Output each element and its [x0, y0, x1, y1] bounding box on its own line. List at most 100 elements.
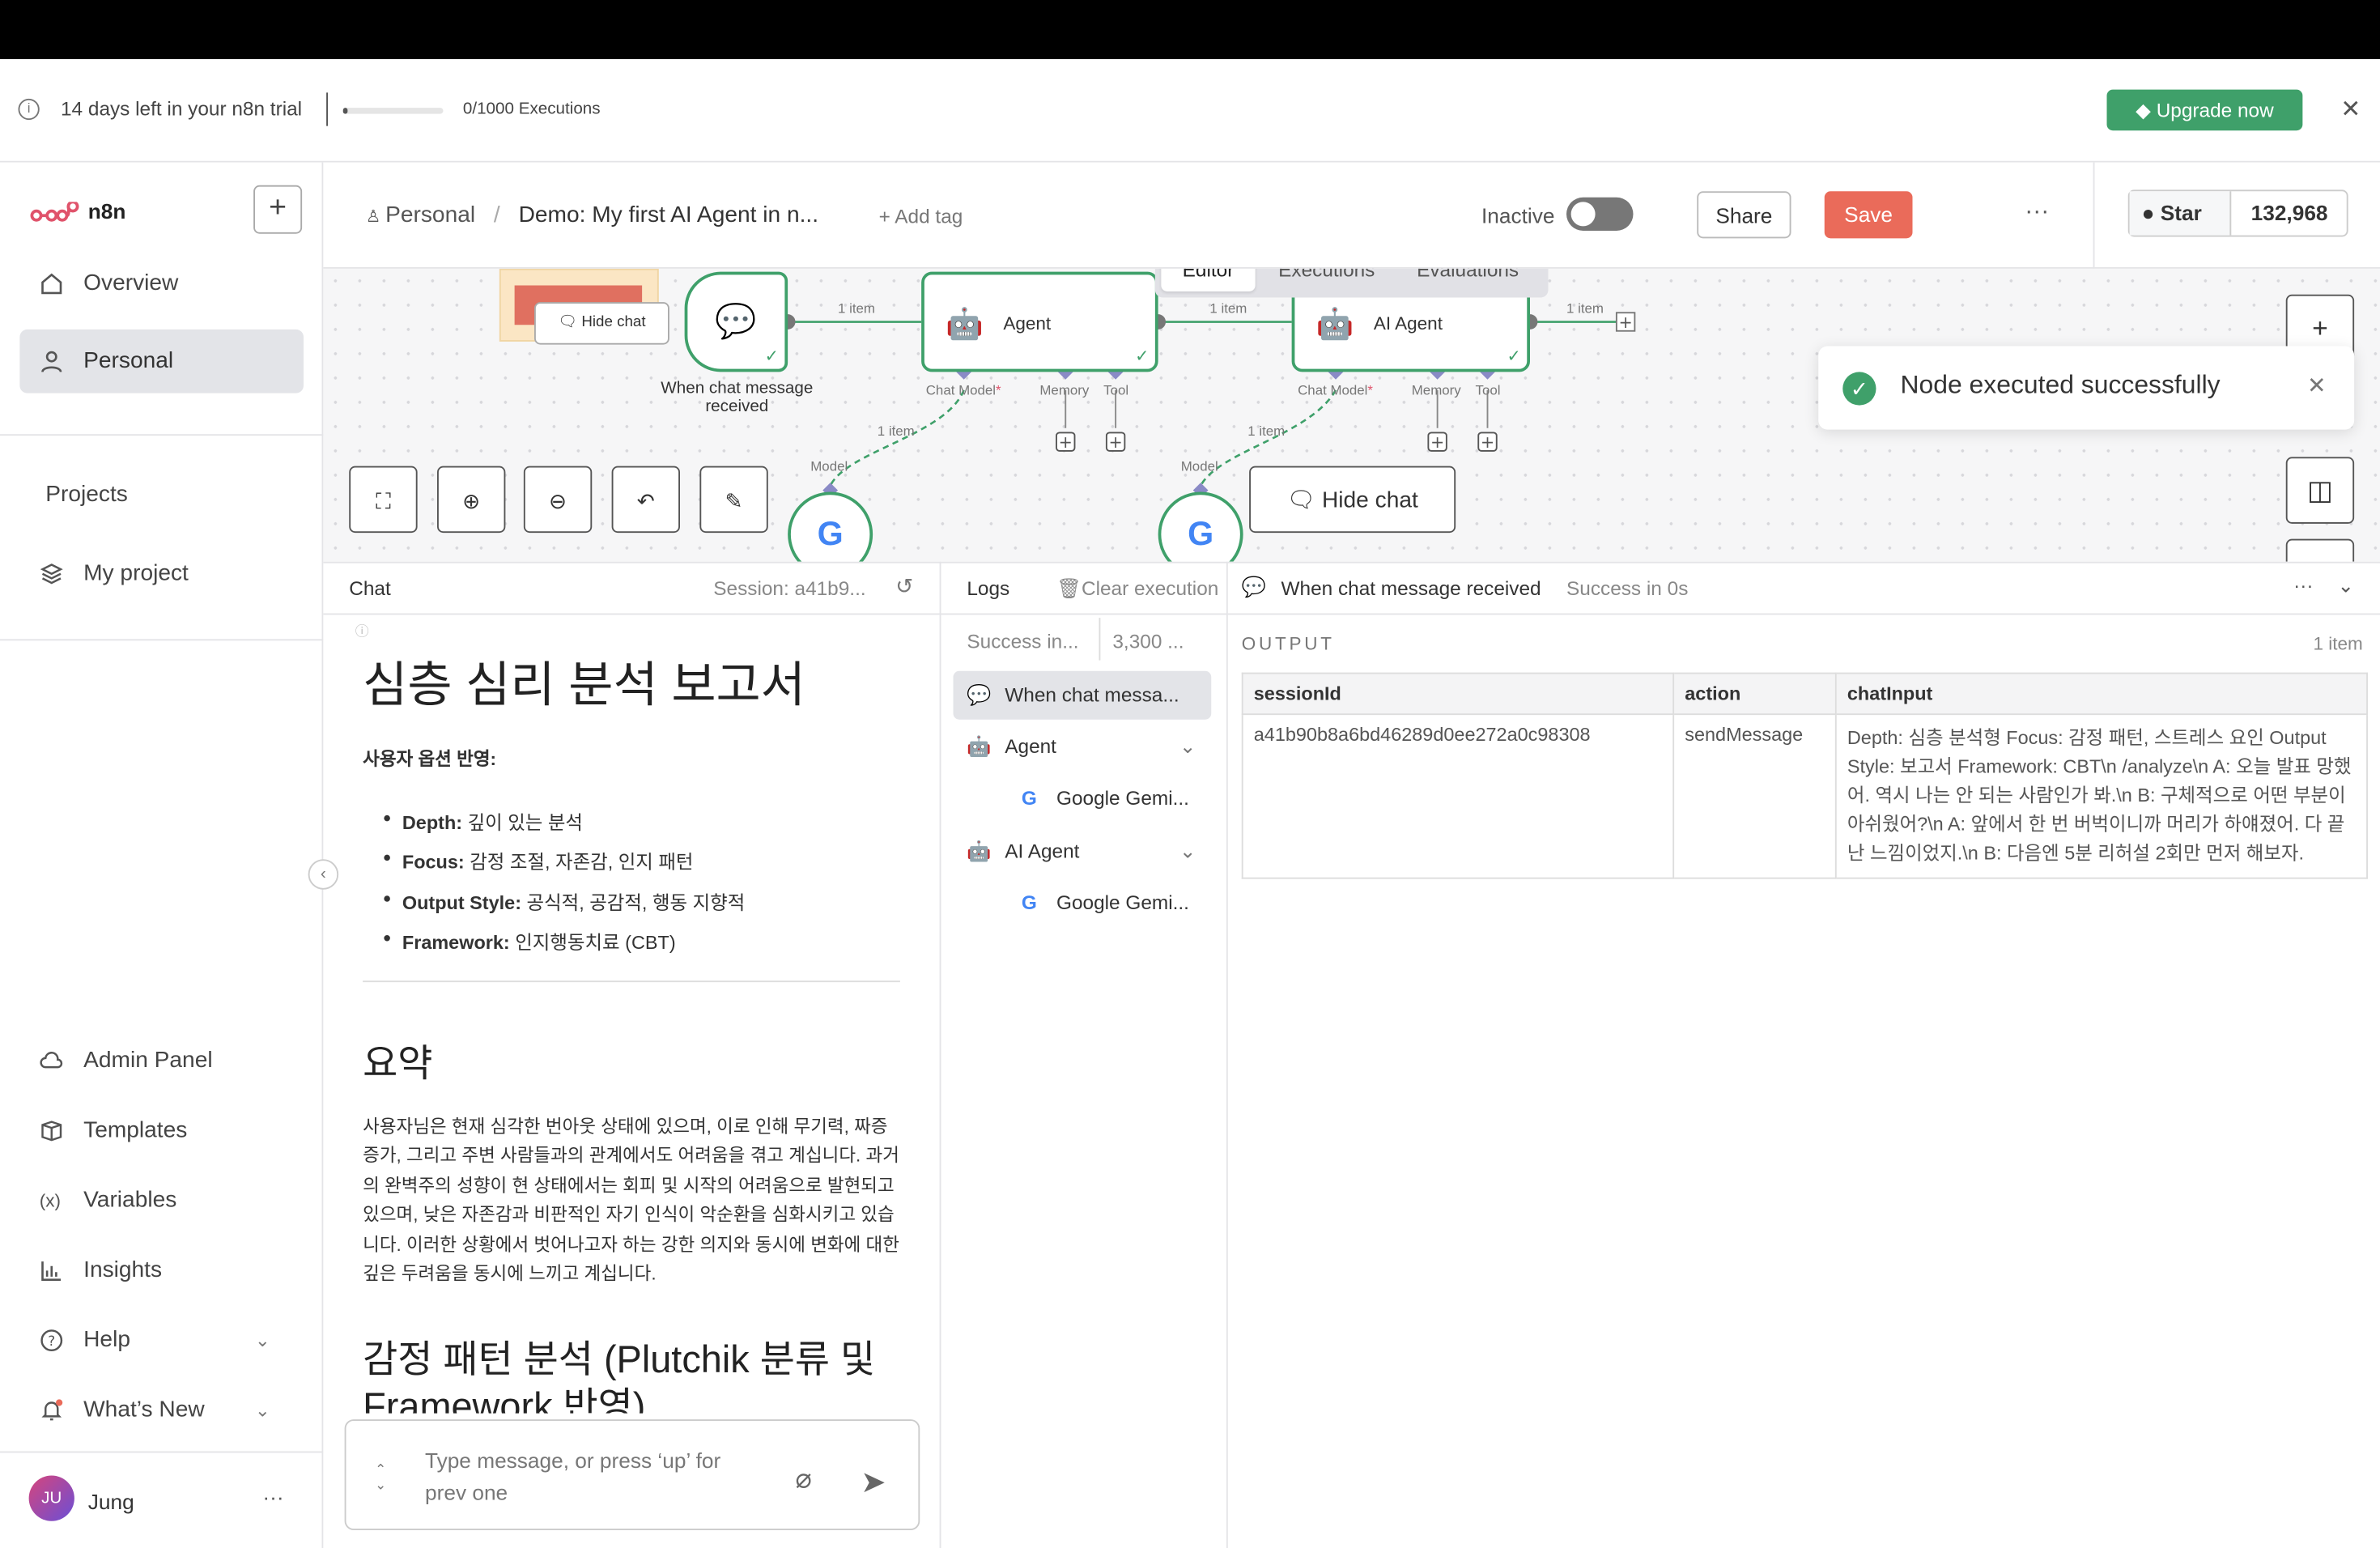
chevron-down-icon: ⌄	[254, 1329, 270, 1351]
github-icon: ●	[2141, 200, 2155, 225]
divider	[2093, 162, 2095, 269]
sidebar-item-whats-new[interactable]: What’s New ⌄	[19, 1379, 304, 1443]
history-arrows-icon[interactable]: ⌃ ⌄	[375, 1462, 386, 1493]
close-icon[interactable]: ✕	[2340, 94, 2361, 125]
check-icon: ✓	[1507, 347, 1521, 366]
table-cell[interactable]: sendMessage	[1672, 713, 1837, 879]
active-toggle[interactable]	[1566, 197, 1634, 231]
fit-view-button[interactable]: ⛶	[349, 466, 418, 534]
sidebar-item-label: Help	[83, 1326, 130, 1353]
undo-icon: ↶	[636, 488, 655, 513]
window-top-bar	[0, 0, 2380, 60]
sidebar-item-admin-panel[interactable]: Admin Panel	[19, 1029, 304, 1093]
robot-icon: 🤖	[967, 734, 992, 758]
info-icon: i	[18, 98, 40, 121]
add-button[interactable]: +	[253, 185, 303, 234]
executions-progress	[342, 108, 444, 114]
user-menu-icon[interactable]: ···	[262, 1485, 283, 1509]
table-cell[interactable]: a41b90b8a6bd46289d0ee272a0c98308	[1241, 713, 1675, 879]
robot-icon: 🤖	[967, 839, 992, 862]
logs-panel: Logs 🗑Clear execution Success in... 3,30…	[941, 561, 1228, 1548]
log-row[interactable]: 🤖 Agent ⌄	[954, 723, 1212, 772]
breadcrumb: ♙ Personal / Demo: My first AI Agent in …	[366, 202, 818, 228]
log-row[interactable]: 💬 When chat messa...	[953, 670, 1212, 720]
chat-input-box: ⌃ ⌄ Type message, or press ‘up’ for prev …	[344, 1419, 920, 1530]
output-item-count: 1 item	[2313, 632, 2363, 655]
list-item: Focus: 감정 조절, 자존감, 인지 패턴	[384, 845, 693, 874]
logo[interactable]: n8n	[30, 199, 125, 224]
zoom-in-button[interactable]: ⊕	[437, 466, 506, 534]
breadcrumb-project[interactable]: Personal	[385, 202, 475, 228]
attachment-icon[interactable]: ⌀	[796, 1464, 812, 1495]
hide-chat-small-button[interactable]: 🗨 Hide chat	[534, 302, 669, 345]
session-id[interactable]: Session: a41b9...	[713, 577, 865, 600]
log-row[interactable]: 🤖 AI Agent ⌄	[954, 827, 1212, 876]
node-agent[interactable]: 🤖 Agent ✓	[921, 271, 1158, 372]
tab-executions[interactable]: Executions	[1261, 269, 1392, 291]
log-row[interactable]: G Google Gemi...	[954, 879, 1212, 928]
sidebar-panel-icon: ◫	[2306, 474, 2333, 506]
tidy-up-button[interactable]: ✎	[699, 466, 768, 534]
node-chat-trigger[interactable]: 💬 ✓	[684, 271, 788, 372]
panel-toggle-button[interactable]: ◫	[2285, 457, 2355, 524]
active-status-label: Inactive	[1481, 203, 1555, 228]
reset-icon[interactable]: ↺	[895, 574, 913, 600]
divider	[0, 1451, 324, 1453]
clear-execution-button[interactable]: 🗑Clear execution	[1056, 577, 1218, 602]
output-panel: 💬 When chat message received Success in …	[1227, 561, 2380, 1548]
sidebar-item-insights[interactable]: Insights	[19, 1239, 304, 1303]
summary-text: 사용자님은 현재 심각한 번아웃 상태에 있으며, 이로 인해 무기력, 짜증 …	[363, 1116, 899, 1285]
sidebar-item-label: Variables	[83, 1187, 177, 1214]
zoom-out-icon: ⊖	[549, 488, 567, 513]
send-icon[interactable]: ➤	[861, 1464, 886, 1502]
logs-title: Logs	[967, 576, 1010, 600]
report-heading: 심층 심리 분석 보고서	[363, 657, 805, 712]
sidebar-item-my-project[interactable]: My project	[19, 542, 304, 606]
column-header: chatInput	[1834, 672, 2368, 716]
table-cell[interactable]: Depth: 심층 분석형 Focus: 감정 패턴, 스트레스 요인 Outp…	[1834, 713, 2368, 879]
edge-label: 1 item	[1247, 423, 1286, 439]
log-row[interactable]: G Google Gemi...	[954, 774, 1212, 823]
hide-chat-label: Hide chat	[1321, 487, 1418, 513]
sidebar-item-overview[interactable]: Overview	[19, 252, 304, 316]
avatar[interactable]: JU	[28, 1475, 74, 1521]
chat-icon: 🗨	[1286, 487, 1322, 513]
robot-icon: 🤖	[946, 308, 984, 342]
share-button[interactable]: Share	[1697, 191, 1791, 239]
output-label: OUTPUT	[1241, 632, 1335, 655]
edge-label: 1 item	[838, 300, 875, 316]
fullscreen-icon: ⛶	[376, 488, 391, 513]
sidebar-item-help[interactable]: ? Help ⌄	[19, 1308, 304, 1372]
check-icon: ✓	[764, 347, 779, 366]
more-options-icon[interactable]: ···	[2293, 574, 2313, 597]
sidebar-item-label: Insights	[83, 1257, 163, 1283]
github-star-button[interactable]: ● Star 132,968	[2127, 189, 2348, 237]
save-button[interactable]: Save	[1824, 191, 1913, 239]
summary-heading: 요약	[363, 1043, 433, 1086]
close-icon[interactable]: ✕	[2307, 372, 2327, 399]
sidebar-item-templates[interactable]: Templates	[19, 1099, 304, 1163]
user-icon: ♙	[365, 207, 386, 227]
sidebar-item-personal[interactable]: Personal	[19, 329, 304, 393]
broom-icon: ✎	[725, 488, 743, 513]
chevron-down-icon[interactable]: ⌄	[2338, 574, 2354, 598]
upgrade-button[interactable]: ◆ Upgrade now	[2106, 89, 2303, 131]
canvas-extra-button[interactable]	[2285, 538, 2355, 562]
trial-banner: i 14 days left in your n8n trial 0/1000 …	[0, 59, 2380, 163]
cloud-icon	[40, 1052, 63, 1069]
more-options-icon[interactable]: ···	[2025, 199, 2049, 227]
collapse-sidebar-button[interactable]: ‹	[308, 859, 339, 890]
sidebar-item-variables[interactable]: (x) Variables	[19, 1169, 304, 1233]
tab-evaluations[interactable]: Evaluations	[1398, 269, 1538, 291]
hide-chat-button[interactable]: 🗨 Hide chat	[1249, 466, 1456, 534]
tab-editor[interactable]: Editor	[1161, 268, 1256, 291]
undo-button[interactable]: ↶	[611, 466, 680, 534]
divider	[0, 639, 324, 641]
chat-input[interactable]: Type message, or press ‘up’ for prev one	[425, 1445, 767, 1509]
chart-icon	[41, 1261, 61, 1281]
add-tag-button[interactable]: + Add tag	[879, 205, 963, 228]
workflow-title[interactable]: Demo: My first AI Agent in n...	[519, 202, 818, 228]
sidebar-item-label: Personal	[83, 347, 174, 374]
zoom-out-button[interactable]: ⊖	[523, 466, 593, 534]
upgrade-label: Upgrade now	[2156, 98, 2274, 121]
